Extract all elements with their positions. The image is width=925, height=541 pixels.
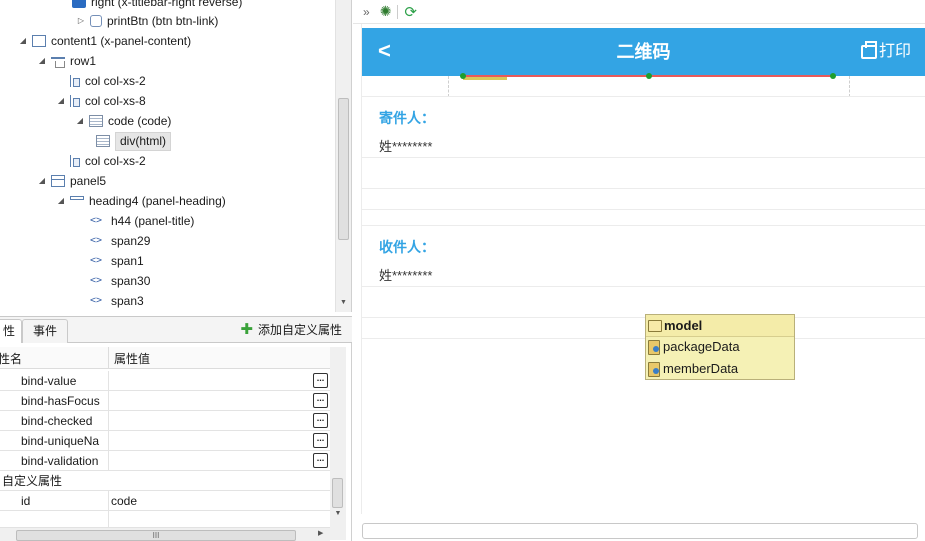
ellipsis-button[interactable]: ... bbox=[313, 373, 328, 388]
column-header-name: 性名 bbox=[0, 352, 23, 366]
collapse-toggle-icon[interactable]: ◢ bbox=[56, 91, 66, 111]
collapse-toggle-icon[interactable]: ◢ bbox=[18, 31, 28, 51]
resize-handle[interactable] bbox=[460, 73, 466, 79]
receiver-label: 收件人： bbox=[379, 239, 435, 255]
row-icon bbox=[51, 57, 65, 68]
design-toolbar: » ✺ ⟳ bbox=[353, 0, 925, 24]
page-title: 二维码 bbox=[616, 42, 671, 62]
column-icon bbox=[70, 95, 80, 107]
expand-toggle-icon[interactable]: ▷ bbox=[76, 11, 86, 31]
scroll-thumb[interactable] bbox=[332, 478, 343, 508]
scroll-right-icon[interactable]: ▶ bbox=[318, 529, 323, 537]
prop-row-bind-uniquename[interactable]: bind-uniqueNa ... bbox=[0, 431, 330, 451]
tree-node-span30[interactable]: <> span30 bbox=[90, 271, 150, 291]
tag-icon: <> bbox=[90, 235, 103, 246]
collapse-toggle-icon[interactable]: ◢ bbox=[37, 51, 47, 71]
id-value[interactable]: code bbox=[108, 491, 330, 511]
prop-row-bind-value[interactable]: bind-value ... bbox=[0, 371, 330, 391]
grid-header: 性名 属性值 bbox=[0, 347, 346, 369]
column-icon bbox=[70, 155, 80, 167]
tag-icon: <> bbox=[90, 255, 103, 266]
expand-icon[interactable]: » bbox=[363, 5, 370, 19]
sender-label: 寄件人： bbox=[379, 110, 435, 126]
prop-row-bind-checked[interactable]: bind-checked ... bbox=[0, 411, 330, 431]
plus-icon: ✚ bbox=[240, 321, 253, 338]
resize-handle[interactable] bbox=[830, 73, 836, 79]
tree-node-code[interactable]: ◢ code (code) bbox=[75, 111, 171, 131]
resize-handle[interactable] bbox=[646, 73, 652, 79]
model-popup[interactable]: model packageData memberData bbox=[645, 314, 795, 380]
prop-row-bind-hasfocus[interactable]: bind-hasFocus ... bbox=[0, 391, 330, 411]
heading-icon bbox=[70, 196, 84, 200]
outline-tree: right (x-titlebar-right reverse) ▷ print… bbox=[0, 0, 352, 312]
qrcode-container[interactable] bbox=[448, 76, 850, 97]
tab-events[interactable]: 事件 bbox=[22, 319, 69, 343]
data-icon bbox=[648, 361, 660, 377]
ellipsis-button[interactable]: ... bbox=[313, 393, 328, 408]
collapse-toggle-icon[interactable]: ◢ bbox=[37, 171, 47, 191]
tree-node-col-xs-2[interactable]: col col-xs-2 bbox=[56, 71, 146, 91]
tag-icon: <> bbox=[90, 215, 103, 226]
ellipsis-button[interactable]: ... bbox=[313, 453, 328, 468]
prop-row-id[interactable]: id code bbox=[0, 491, 330, 511]
model-root[interactable]: model bbox=[648, 316, 702, 336]
collapse-toggle-icon[interactable]: ◢ bbox=[56, 191, 66, 211]
tree-node-span1[interactable]: <> span1 bbox=[90, 251, 144, 271]
code-icon bbox=[96, 135, 110, 147]
tree-scrollbar[interactable]: ▼ bbox=[335, 0, 351, 312]
tree-node-span29[interactable]: <> span29 bbox=[90, 231, 150, 251]
collapse-toggle-icon[interactable]: ◢ bbox=[75, 111, 85, 131]
column-header-value: 属性值 bbox=[114, 352, 151, 366]
tree-node-h44[interactable]: <> h44 (panel-title) bbox=[90, 211, 194, 231]
tree-node-div-html[interactable]: div(html) bbox=[96, 131, 172, 151]
scroll-down-icon[interactable]: ▼ bbox=[336, 296, 351, 310]
prop-row-empty bbox=[0, 511, 330, 528]
code-icon bbox=[89, 115, 103, 127]
add-custom-attribute-button[interactable]: ✚ 添加自定义属性 bbox=[240, 321, 342, 339]
ellipsis-button[interactable]: ... bbox=[313, 413, 328, 428]
tree-node-panel5[interactable]: ◢ panel5 bbox=[37, 171, 106, 191]
property-scrollbar[interactable]: ▼ bbox=[330, 347, 346, 540]
tree-node-col-xs-2[interactable]: col col-xs-2 bbox=[56, 151, 146, 171]
titlebar-right-icon bbox=[72, 0, 86, 8]
property-grid: 性名 属性值 bind-value ... bind-hasFocus ... … bbox=[0, 347, 346, 528]
button-icon bbox=[90, 15, 102, 27]
column-icon bbox=[70, 75, 80, 87]
scroll-thumb[interactable] bbox=[338, 98, 349, 240]
tree-node-printbtn[interactable]: ▷ printBtn (btn btn-link) bbox=[76, 11, 218, 31]
tag-icon: <> bbox=[90, 275, 103, 286]
property-tabs: 性 事件 ✚ 添加自定义属性 bbox=[0, 317, 352, 343]
ellipsis-button[interactable]: ... bbox=[313, 433, 328, 448]
canvas-hscrollbar[interactable] bbox=[362, 523, 918, 539]
property-panel: 性 事件 ✚ 添加自定义属性 性名 属性值 bind-value ... bin… bbox=[0, 316, 352, 541]
tree-node-row1[interactable]: ◢ row1 bbox=[37, 51, 96, 71]
tree-node-content1[interactable]: ◢ content1 (x-panel-content) bbox=[18, 31, 191, 51]
model-item-packagedata[interactable]: packageData bbox=[648, 337, 740, 357]
design-canvas: < 二维码 打印 寄件人： 姓******** 收件人： 姓******** m… bbox=[353, 24, 925, 541]
tree-node-span3[interactable]: <> span3 bbox=[90, 291, 144, 311]
printer-icon bbox=[861, 41, 877, 59]
panel-icon bbox=[51, 175, 65, 187]
titlebar: < 二维码 打印 bbox=[362, 28, 925, 76]
tab-attributes[interactable]: 性 bbox=[0, 319, 23, 343]
panel-icon bbox=[32, 35, 46, 47]
scroll-down-icon[interactable]: ▼ bbox=[330, 510, 346, 524]
tree-node-heading4[interactable]: ◢ heading4 (panel-heading) bbox=[56, 191, 226, 211]
receiver-value: 姓******** bbox=[379, 268, 433, 283]
ide-window: right (x-titlebar-right reverse) ▷ print… bbox=[0, 0, 925, 541]
print-button[interactable]: 打印 bbox=[861, 41, 911, 62]
data-icon bbox=[648, 339, 660, 355]
prop-row-bind-validation[interactable]: bind-validation ... bbox=[0, 451, 330, 471]
tag-icon: <> bbox=[90, 295, 103, 306]
sender-value: 姓******** bbox=[379, 139, 433, 154]
refresh-icon[interactable]: ⟳ bbox=[404, 3, 417, 21]
folder-icon bbox=[648, 320, 662, 332]
model-item-memberdata[interactable]: memberData bbox=[648, 359, 738, 379]
group-custom-attributes[interactable]: 自定义属性 bbox=[0, 471, 330, 491]
property-hscrollbar[interactable]: III ▶ bbox=[0, 527, 330, 541]
hscroll-thumb[interactable]: III bbox=[16, 530, 296, 541]
debug-icon[interactable]: ✺ bbox=[380, 3, 392, 20]
tree-node-col-xs-8[interactable]: ◢ col col-xs-8 bbox=[56, 91, 146, 111]
